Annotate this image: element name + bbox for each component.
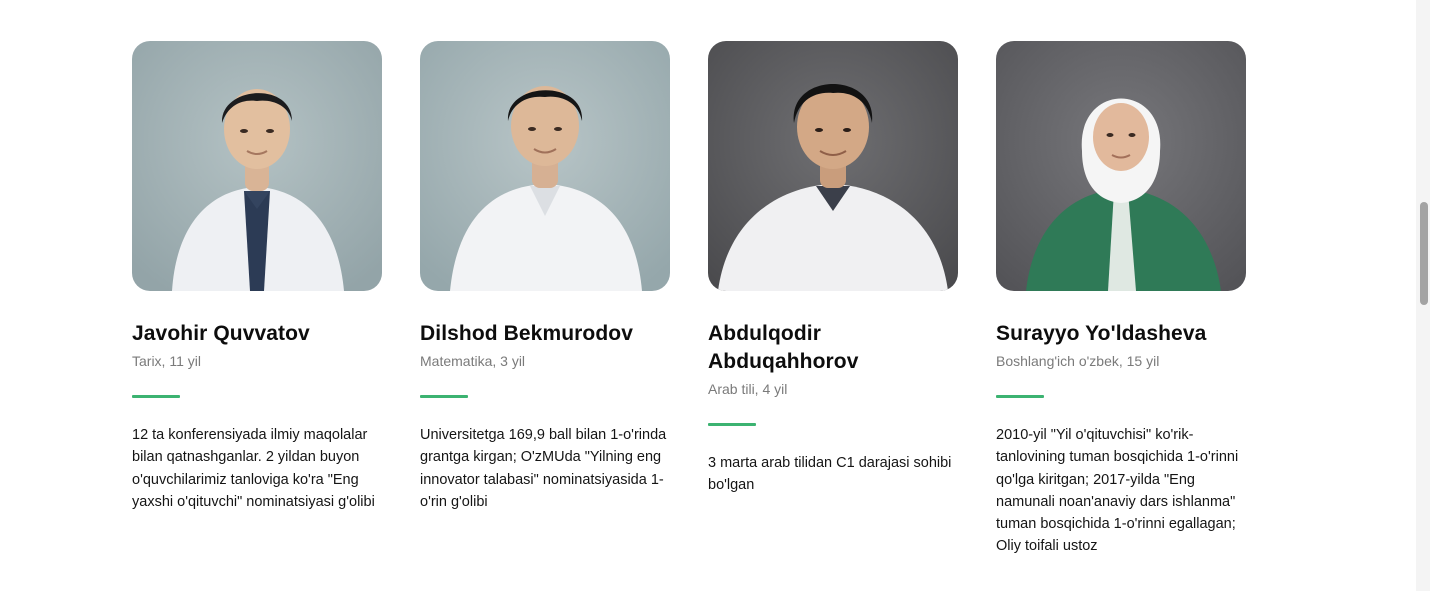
page-scrollbar[interactable] bbox=[1416, 0, 1430, 591]
teacher-card: Surayyo Yo'ldasheva Boshlang'ich o'zbek,… bbox=[996, 41, 1246, 558]
teacher-card: Abdulqodir Abduqahhorov Arab tili, 4 yil… bbox=[708, 41, 958, 558]
teacher-name: Javohir Quvvatov bbox=[132, 322, 310, 345]
teacher-name: Surayyo Yo'ldasheva bbox=[996, 322, 1207, 345]
teacher-photo bbox=[996, 41, 1246, 291]
teacher-name: Abdulqodir Abduqahhorov bbox=[708, 322, 859, 373]
teacher-subject-experience: Matematika, 3 yil bbox=[420, 353, 526, 369]
teacher-card: Dilshod Bekmurodov Matematika, 3 yil Uni… bbox=[420, 41, 670, 558]
teacher-photo bbox=[420, 41, 670, 291]
teacher-description: 2010-yil "Yil o'qituvchisi" ko'rik-tanlo… bbox=[996, 427, 1239, 555]
teacher-subject-experience: Boshlang'ich o'zbek, 15 yil bbox=[996, 353, 1160, 369]
teacher-subject-experience: Arab tili, 4 yil bbox=[708, 381, 788, 397]
teacher-description: Universitetga 169,9 ball bilan 1-o'rinda… bbox=[420, 427, 667, 510]
person-photo-icon bbox=[420, 41, 670, 291]
scrollbar-thumb[interactable] bbox=[1420, 202, 1428, 305]
teacher-card: Javohir Quvvatov Tarix, 11 yil 12 ta kon… bbox=[132, 41, 382, 558]
accent-divider bbox=[420, 395, 468, 398]
accent-divider bbox=[708, 423, 756, 426]
teacher-description: 12 ta konferensiyada ilmiy maqolalar bil… bbox=[132, 427, 375, 510]
person-photo-icon bbox=[996, 41, 1246, 291]
teacher-description: 3 marta arab tilidan C1 darajasi sohibi … bbox=[708, 455, 952, 494]
teachers-grid: Javohir Quvvatov Tarix, 11 yil 12 ta kon… bbox=[132, 41, 1246, 558]
accent-divider bbox=[132, 395, 180, 398]
teacher-photo bbox=[132, 41, 382, 291]
person-photo-icon bbox=[708, 41, 958, 291]
teacher-name: Dilshod Bekmurodov bbox=[420, 322, 633, 345]
person-photo-icon bbox=[132, 41, 382, 291]
teacher-photo bbox=[708, 41, 958, 291]
teacher-subject-experience: Tarix, 11 yil bbox=[132, 353, 201, 369]
accent-divider bbox=[996, 395, 1044, 398]
